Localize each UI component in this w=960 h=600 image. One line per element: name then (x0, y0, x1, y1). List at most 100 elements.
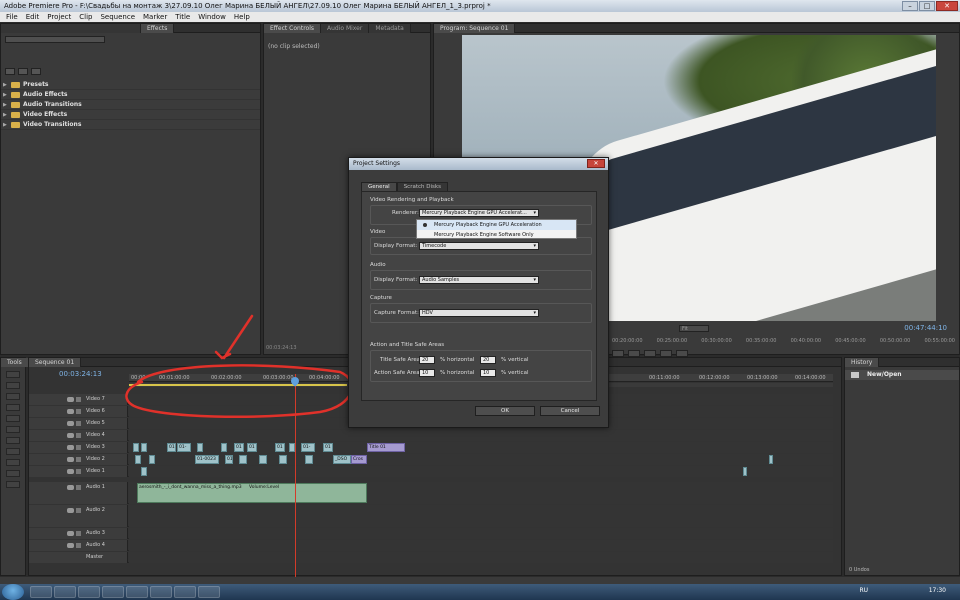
video-clip[interactable] (279, 455, 287, 464)
zoom-tool-button[interactable] (6, 481, 20, 488)
tab-sequence[interactable]: Sequence 01 (29, 358, 82, 367)
tab-effects[interactable]: Effects (141, 24, 175, 33)
menu-title[interactable]: Title (171, 12, 194, 22)
playhead-line[interactable] (295, 374, 296, 577)
action-safe-horizontal-input[interactable]: 10 (419, 369, 435, 377)
tab-history[interactable]: History (845, 358, 880, 367)
video-clip[interactable] (259, 455, 267, 464)
video-clip[interactable] (743, 467, 747, 476)
lock-icon[interactable] (76, 397, 81, 402)
track-header[interactable]: Audio 1 (29, 482, 128, 504)
title-safe-horizontal-input[interactable]: 20 (419, 356, 435, 364)
close-window-button[interactable]: ✕ (936, 1, 958, 11)
action-safe-vertical-input[interactable]: 10 (480, 369, 496, 377)
menu-clip[interactable]: Clip (75, 12, 96, 22)
renderer-option-software[interactable]: Mercury Playback Engine Software Only (417, 230, 576, 240)
renderer-option-gpu[interactable]: Mercury Playback Engine GPU Acceleration (417, 220, 576, 230)
sequence-timecode[interactable]: 00:03:24:13 (59, 370, 102, 378)
video-clip[interactable]: 01 (225, 455, 233, 464)
razor-tool-button[interactable] (6, 426, 20, 433)
maximize-button[interactable]: □ (919, 1, 935, 11)
lock-icon[interactable] (76, 485, 81, 490)
menu-file[interactable]: File (2, 12, 22, 22)
taskbar-app-button[interactable] (78, 586, 100, 598)
eye-icon[interactable] (67, 421, 74, 426)
expand-triangle-icon[interactable]: ▶ (3, 90, 8, 100)
transition-clip[interactable]: Cros (351, 455, 367, 464)
pen-tool-button[interactable] (6, 459, 20, 466)
expand-triangle-icon[interactable]: ▶ (3, 120, 8, 130)
loop-button[interactable] (660, 350, 672, 357)
menu-sequence[interactable]: Sequence (96, 12, 139, 22)
track-header[interactable]: Video 3 (29, 442, 128, 453)
effects-item-video-transitions[interactable]: ▶ Video Transitions (1, 120, 260, 130)
step-back-button[interactable] (612, 350, 624, 357)
video-clip[interactable] (305, 455, 313, 464)
video-clip[interactable]: 01-0023 (195, 455, 219, 464)
dialog-close-button[interactable]: ✕ (587, 159, 605, 168)
track-header[interactable]: Video 6 (29, 406, 128, 417)
ripple-edit-tool-button[interactable] (6, 393, 20, 400)
taskbar-app-button[interactable] (150, 586, 172, 598)
menu-help[interactable]: Help (230, 12, 254, 22)
expand-triangle-icon[interactable]: ▶ (3, 110, 8, 120)
track-header[interactable]: Master (29, 552, 128, 563)
video-clip[interactable] (149, 455, 155, 464)
play-button[interactable] (628, 350, 640, 357)
speaker-icon[interactable] (67, 508, 74, 513)
track-select-tool-button[interactable] (6, 382, 20, 389)
tab-project[interactable] (1, 24, 141, 33)
taskbar-app-button[interactable] (54, 586, 76, 598)
track-content[interactable] (129, 505, 833, 527)
video-clip[interactable] (133, 443, 139, 452)
title-safe-vertical-input[interactable]: 20 (480, 356, 496, 364)
tab-scratch-disks[interactable]: Scratch Disks (396, 182, 448, 191)
expand-triangle-icon[interactable]: ▶ (3, 100, 8, 110)
track-content[interactable] (129, 528, 833, 539)
lock-icon[interactable] (76, 421, 81, 426)
speaker-icon[interactable] (67, 531, 74, 536)
track-header[interactable]: Video 2 (29, 454, 128, 465)
rate-stretch-tool-button[interactable] (6, 415, 20, 422)
video-clip[interactable]: 01 (167, 443, 176, 452)
lock-icon[interactable] (76, 445, 81, 450)
renderer-select[interactable]: Mercury Playback Engine GPU Accelerat... (419, 209, 539, 217)
menu-window[interactable]: Window (194, 12, 230, 22)
track-header[interactable]: Video 1 (29, 466, 128, 477)
video-clip[interactable] (769, 455, 773, 464)
lock-icon[interactable] (76, 531, 81, 536)
yuv-effects-icon[interactable] (31, 68, 41, 75)
lock-icon[interactable] (76, 433, 81, 438)
title-clip[interactable]: Title 01 (367, 443, 405, 452)
track-content[interactable] (129, 552, 833, 563)
video-clip[interactable]: 01 (323, 443, 333, 452)
hand-tool-button[interactable] (6, 470, 20, 477)
video-clip[interactable]: 01- (177, 443, 191, 452)
video-clip[interactable] (141, 443, 147, 452)
eye-icon[interactable] (67, 433, 74, 438)
rolling-edit-tool-button[interactable] (6, 404, 20, 411)
effects-item-video-effects[interactable]: ▶ Video Effects (1, 110, 260, 120)
eye-icon[interactable] (67, 445, 74, 450)
taskbar-app-button[interactable] (198, 586, 220, 598)
track-header[interactable]: Video 4 (29, 430, 128, 441)
track-content[interactable] (129, 466, 833, 477)
eye-icon[interactable] (67, 457, 74, 462)
lock-icon[interactable] (76, 469, 81, 474)
lock-icon[interactable] (76, 543, 81, 548)
video-clip[interactable]: 01 (247, 443, 257, 452)
work-area-range[interactable] (129, 384, 347, 386)
effects-item-audio-transitions[interactable]: ▶ Audio Transitions (1, 100, 260, 110)
expand-triangle-icon[interactable]: ▶ (3, 80, 8, 90)
track-content[interactable]: aerosmith_-_i_dont_wanna_miss_a_thing.mp… (129, 482, 833, 504)
capture-format-select[interactable]: HDV (419, 309, 539, 317)
step-forward-button[interactable] (644, 350, 656, 357)
track-header[interactable]: Video 7 (29, 394, 128, 405)
menu-project[interactable]: Project (43, 12, 75, 22)
lock-icon[interactable] (76, 457, 81, 462)
taskbar-app-button[interactable] (102, 586, 124, 598)
video-clip[interactable]: _DSO (333, 455, 351, 464)
eye-icon[interactable] (67, 409, 74, 414)
language-indicator[interactable]: RU (859, 587, 868, 594)
video-clip[interactable]: 01 (234, 443, 244, 452)
